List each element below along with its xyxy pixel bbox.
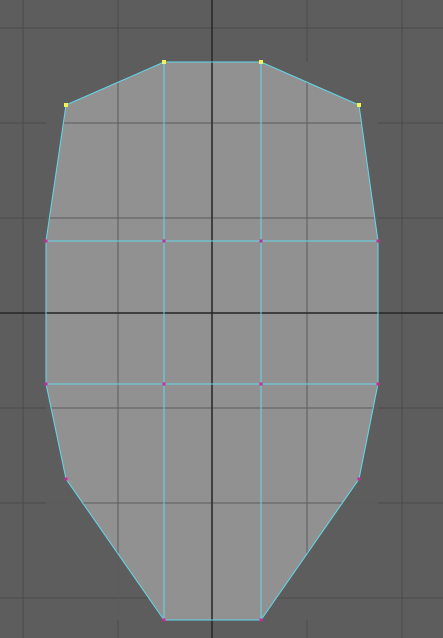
vertex[interactable] [162, 239, 166, 243]
vertex[interactable] [64, 477, 68, 481]
vertex[interactable] [357, 477, 361, 481]
vertex-selected[interactable] [259, 60, 263, 64]
vertex[interactable] [259, 382, 263, 386]
vertex[interactable] [162, 382, 166, 386]
vertex[interactable] [376, 382, 380, 386]
vertex-selected[interactable] [357, 103, 361, 107]
vertex-selected[interactable] [64, 103, 68, 107]
vertex[interactable] [259, 618, 263, 622]
vertex[interactable] [162, 618, 166, 622]
vertex[interactable] [376, 239, 380, 243]
vertex[interactable] [44, 239, 48, 243]
vertex-selected[interactable] [162, 60, 166, 64]
modeling-viewport[interactable] [0, 0, 443, 638]
vertex[interactable] [259, 239, 263, 243]
vertex[interactable] [44, 382, 48, 386]
